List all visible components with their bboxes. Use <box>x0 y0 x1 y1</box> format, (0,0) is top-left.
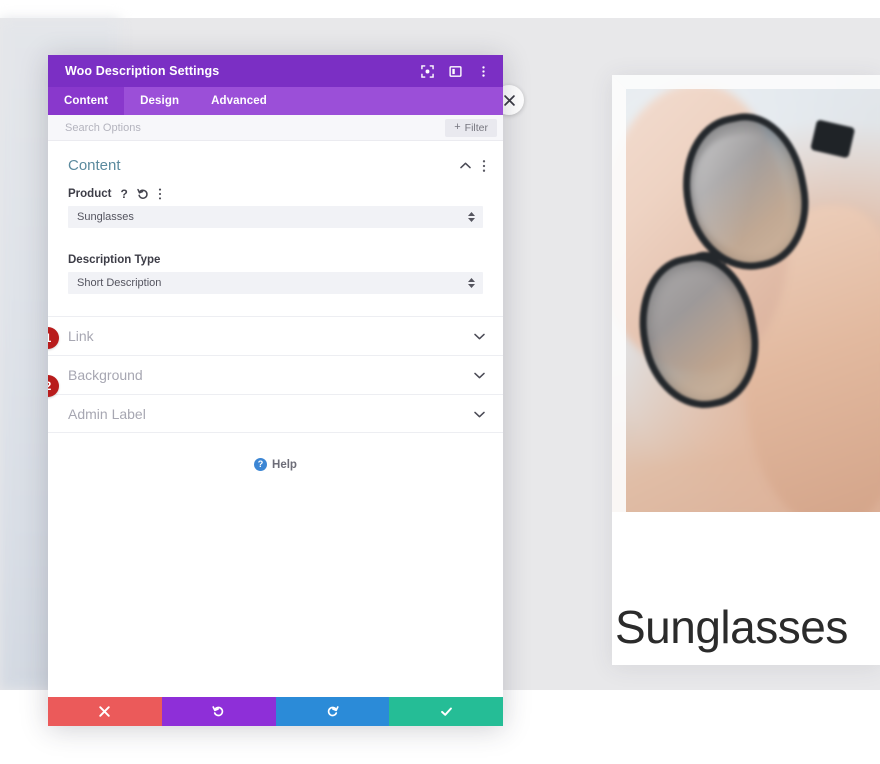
reset-icon[interactable] <box>137 188 149 200</box>
content-section-header[interactable]: Content <box>48 141 503 174</box>
help-label: Help <box>272 458 297 471</box>
redo-button[interactable] <box>275 697 390 726</box>
save-button[interactable] <box>389 697 503 726</box>
content-section-tools <box>460 159 486 173</box>
product-select-wrap: Sunglasses <box>68 206 483 228</box>
product-field-block: Product ? Sunglasses <box>48 188 503 228</box>
description-type-select-wrap: Short Description <box>68 272 483 294</box>
panel-header: Woo Description Settings <box>48 55 503 87</box>
photo-frame <box>612 75 880 512</box>
panel-header-actions <box>420 64 490 78</box>
description-type-label-row: Description Type <box>68 254 483 266</box>
close-icon <box>99 706 111 717</box>
tab-design[interactable]: Design <box>124 87 195 115</box>
section-link-label: Link <box>68 328 94 344</box>
section-admin-label-label: Admin Label <box>68 405 146 422</box>
tab-content[interactable]: Content <box>48 87 125 115</box>
chevron-down-icon[interactable] <box>474 405 485 423</box>
cancel-button[interactable] <box>48 697 162 726</box>
search-options-input[interactable] <box>65 121 446 134</box>
filter-button[interactable]: + Filter <box>445 118 497 137</box>
check-icon <box>440 707 452 716</box>
plus-icon: + <box>454 121 461 133</box>
preview-product-title: Sunglasses <box>615 601 848 653</box>
stepper-arrows-icon[interactable] <box>468 212 475 222</box>
chevron-down-icon[interactable] <box>474 366 485 384</box>
description-type-select[interactable]: Short Description <box>68 272 483 294</box>
background-top-strip <box>0 0 880 18</box>
section-link[interactable]: Link <box>48 316 503 355</box>
chevron-down-icon[interactable] <box>474 327 485 345</box>
undo-button[interactable] <box>161 697 276 726</box>
filter-button-label: Filter <box>464 121 488 134</box>
content-section-title: Content <box>68 157 121 174</box>
field-spacer <box>48 228 503 240</box>
panel-body: Content Product ? Sunglasses Description… <box>48 141 503 697</box>
module-settings-panel: Woo Description Settings Content Design … <box>48 55 503 726</box>
panel-footer <box>48 697 503 726</box>
help-link[interactable]: ? Help <box>48 458 503 471</box>
preview-text-area: Sunglasses Lorem ipsum dolor sit amet, c… <box>612 512 880 665</box>
help-icon[interactable]: ? <box>120 188 127 200</box>
product-select[interactable]: Sunglasses <box>68 206 483 228</box>
kebab-menu-icon[interactable] <box>158 188 162 200</box>
undo-icon <box>212 706 224 717</box>
product-field-label-row: Product ? <box>68 188 483 200</box>
help-icon: ? <box>254 458 268 471</box>
product-preview-card: Sunglasses Lorem ipsum dolor sit amet, c… <box>612 75 880 665</box>
kebab-menu-icon[interactable] <box>476 64 490 78</box>
close-icon <box>503 94 515 106</box>
layout-panel-icon[interactable] <box>448 64 462 78</box>
chevron-up-icon[interactable] <box>460 162 471 169</box>
panel-tabs: Content Design Advanced <box>48 87 503 115</box>
description-type-field-label: Description Type <box>68 254 161 266</box>
collapsed-sections-list: Link Background Admin Label <box>48 316 503 433</box>
search-options-row: + Filter <box>48 115 503 141</box>
stepper-arrows-icon[interactable] <box>468 278 475 288</box>
section-background[interactable]: Background <box>48 355 503 394</box>
tab-advanced[interactable]: Advanced <box>195 87 283 115</box>
section-admin-label[interactable]: Admin Label <box>48 394 503 433</box>
product-field-label: Product <box>68 188 112 200</box>
fullscreen-icon[interactable] <box>420 64 434 78</box>
redo-icon <box>327 706 339 717</box>
section-background-label: Background <box>68 367 143 383</box>
description-type-field-block: Description Type Short Description <box>48 254 503 294</box>
kebab-menu-icon[interactable] <box>482 159 486 173</box>
panel-title: Woo Description Settings <box>65 64 220 78</box>
product-image <box>612 75 880 512</box>
